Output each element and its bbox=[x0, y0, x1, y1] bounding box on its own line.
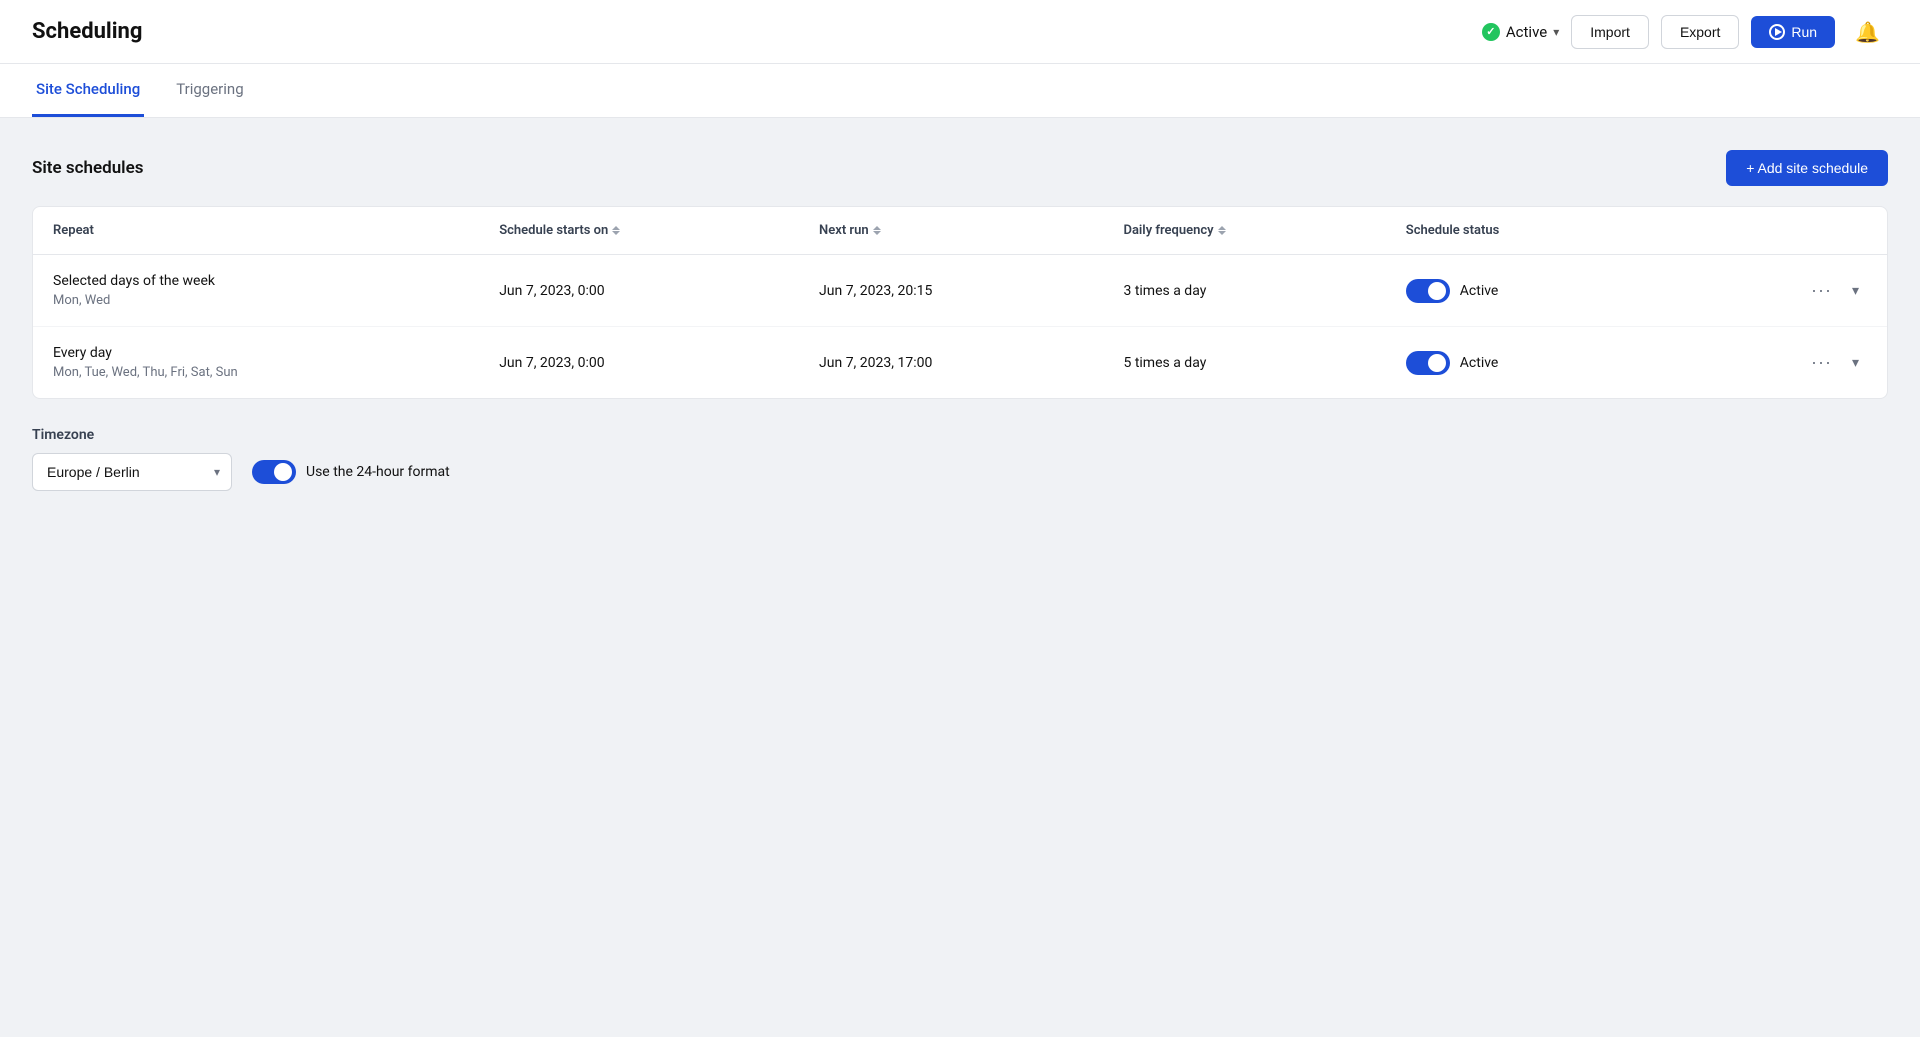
cell-schedule-starts-0: Jun 7, 2023, 0:00 bbox=[479, 255, 799, 327]
expand-button-0[interactable]: ▾ bbox=[1844, 278, 1867, 303]
col-header-daily-frequency[interactable]: Daily frequency bbox=[1103, 207, 1385, 255]
add-site-schedule-button[interactable]: + Add site schedule bbox=[1726, 150, 1888, 186]
page-title: Scheduling bbox=[32, 19, 1482, 44]
cell-daily-frequency-1: 5 times a day bbox=[1103, 327, 1385, 399]
tab-triggering[interactable]: Triggering bbox=[172, 64, 247, 117]
cell-status-1: Active bbox=[1386, 327, 1783, 399]
repeat-main-1: Every day bbox=[53, 345, 459, 361]
status-label: Active bbox=[1506, 23, 1547, 41]
run-label: Run bbox=[1791, 24, 1817, 40]
section-title: Site schedules bbox=[32, 158, 143, 178]
format-toggle[interactable] bbox=[252, 460, 296, 484]
schedules-table: Repeat Schedule starts on bbox=[33, 207, 1887, 398]
cell-actions-1: ··· ▾ bbox=[1783, 327, 1887, 399]
cell-status-0: Active bbox=[1386, 255, 1783, 327]
col-header-schedule-starts[interactable]: Schedule starts on bbox=[479, 207, 799, 255]
section-header: Site schedules + Add site schedule bbox=[32, 150, 1888, 186]
run-icon bbox=[1769, 24, 1785, 40]
sort-icon-next-run bbox=[873, 226, 881, 235]
timezone-select-wrapper: Europe / Berlin UTC America / New_York A… bbox=[32, 453, 232, 491]
header: Scheduling Active ▾ Import Export Run 🔔 bbox=[0, 0, 1920, 64]
col-header-schedule-status: Schedule status bbox=[1386, 207, 1783, 255]
status-text-0: Active bbox=[1460, 283, 1499, 299]
table-row: Selected days of the week Mon, Wed Jun 7… bbox=[33, 255, 1887, 327]
status-text-1: Active bbox=[1460, 355, 1499, 371]
timezone-label: Timezone bbox=[32, 427, 1888, 443]
status-toggle-0[interactable] bbox=[1406, 279, 1450, 303]
repeat-main-0: Selected days of the week bbox=[53, 273, 459, 289]
schedules-table-container: Repeat Schedule starts on bbox=[32, 206, 1888, 399]
cell-actions-0: ··· ▾ bbox=[1783, 255, 1887, 327]
run-button[interactable]: Run bbox=[1751, 16, 1835, 48]
cell-next-run-0: Jun 7, 2023, 20:15 bbox=[799, 255, 1103, 327]
import-button[interactable]: Import bbox=[1571, 15, 1649, 49]
chevron-down-icon: ▾ bbox=[1553, 25, 1559, 39]
status-toggle-1[interactable] bbox=[1406, 351, 1450, 375]
more-options-button-0[interactable]: ··· bbox=[1803, 276, 1840, 305]
col-header-next-run[interactable]: Next run bbox=[799, 207, 1103, 255]
col-header-actions bbox=[1783, 207, 1887, 255]
repeat-sub-0: Mon, Wed bbox=[53, 293, 459, 308]
cell-repeat-1: Every day Mon, Tue, Wed, Thu, Fri, Sat, … bbox=[33, 327, 479, 399]
cell-schedule-starts-1: Jun 7, 2023, 0:00 bbox=[479, 327, 799, 399]
tabs-bar: Site Scheduling Triggering bbox=[0, 64, 1920, 118]
table-header-row: Repeat Schedule starts on bbox=[33, 207, 1887, 255]
col-header-repeat: Repeat bbox=[33, 207, 479, 255]
bell-icon[interactable]: 🔔 bbox=[1847, 16, 1888, 48]
repeat-sub-1: Mon, Tue, Wed, Thu, Fri, Sat, Sun bbox=[53, 365, 459, 380]
expand-button-1[interactable]: ▾ bbox=[1844, 350, 1867, 375]
more-options-button-1[interactable]: ··· bbox=[1803, 348, 1840, 377]
sort-icon-schedule-starts bbox=[612, 226, 620, 235]
cell-next-run-1: Jun 7, 2023, 17:00 bbox=[799, 327, 1103, 399]
tab-site-scheduling[interactable]: Site Scheduling bbox=[32, 64, 144, 117]
status-indicator[interactable]: Active ▾ bbox=[1482, 23, 1559, 41]
table-row: Every day Mon, Tue, Wed, Thu, Fri, Sat, … bbox=[33, 327, 1887, 399]
format-label: Use the 24-hour format bbox=[306, 464, 450, 480]
main-content: Site schedules + Add site schedule Repea… bbox=[0, 118, 1920, 1037]
cell-repeat-0: Selected days of the week Mon, Wed bbox=[33, 255, 479, 327]
timezone-section: Timezone Europe / Berlin UTC America / N… bbox=[32, 427, 1888, 491]
sort-icon-daily-frequency bbox=[1218, 226, 1226, 235]
status-dot-icon bbox=[1482, 23, 1500, 41]
header-actions: Active ▾ Import Export Run 🔔 bbox=[1482, 15, 1888, 49]
export-button[interactable]: Export bbox=[1661, 15, 1739, 49]
timezone-select[interactable]: Europe / Berlin UTC America / New_York A… bbox=[32, 453, 232, 491]
format-row: Use the 24-hour format bbox=[252, 460, 450, 484]
cell-daily-frequency-0: 3 times a day bbox=[1103, 255, 1385, 327]
timezone-row: Europe / Berlin UTC America / New_York A… bbox=[32, 453, 1888, 491]
